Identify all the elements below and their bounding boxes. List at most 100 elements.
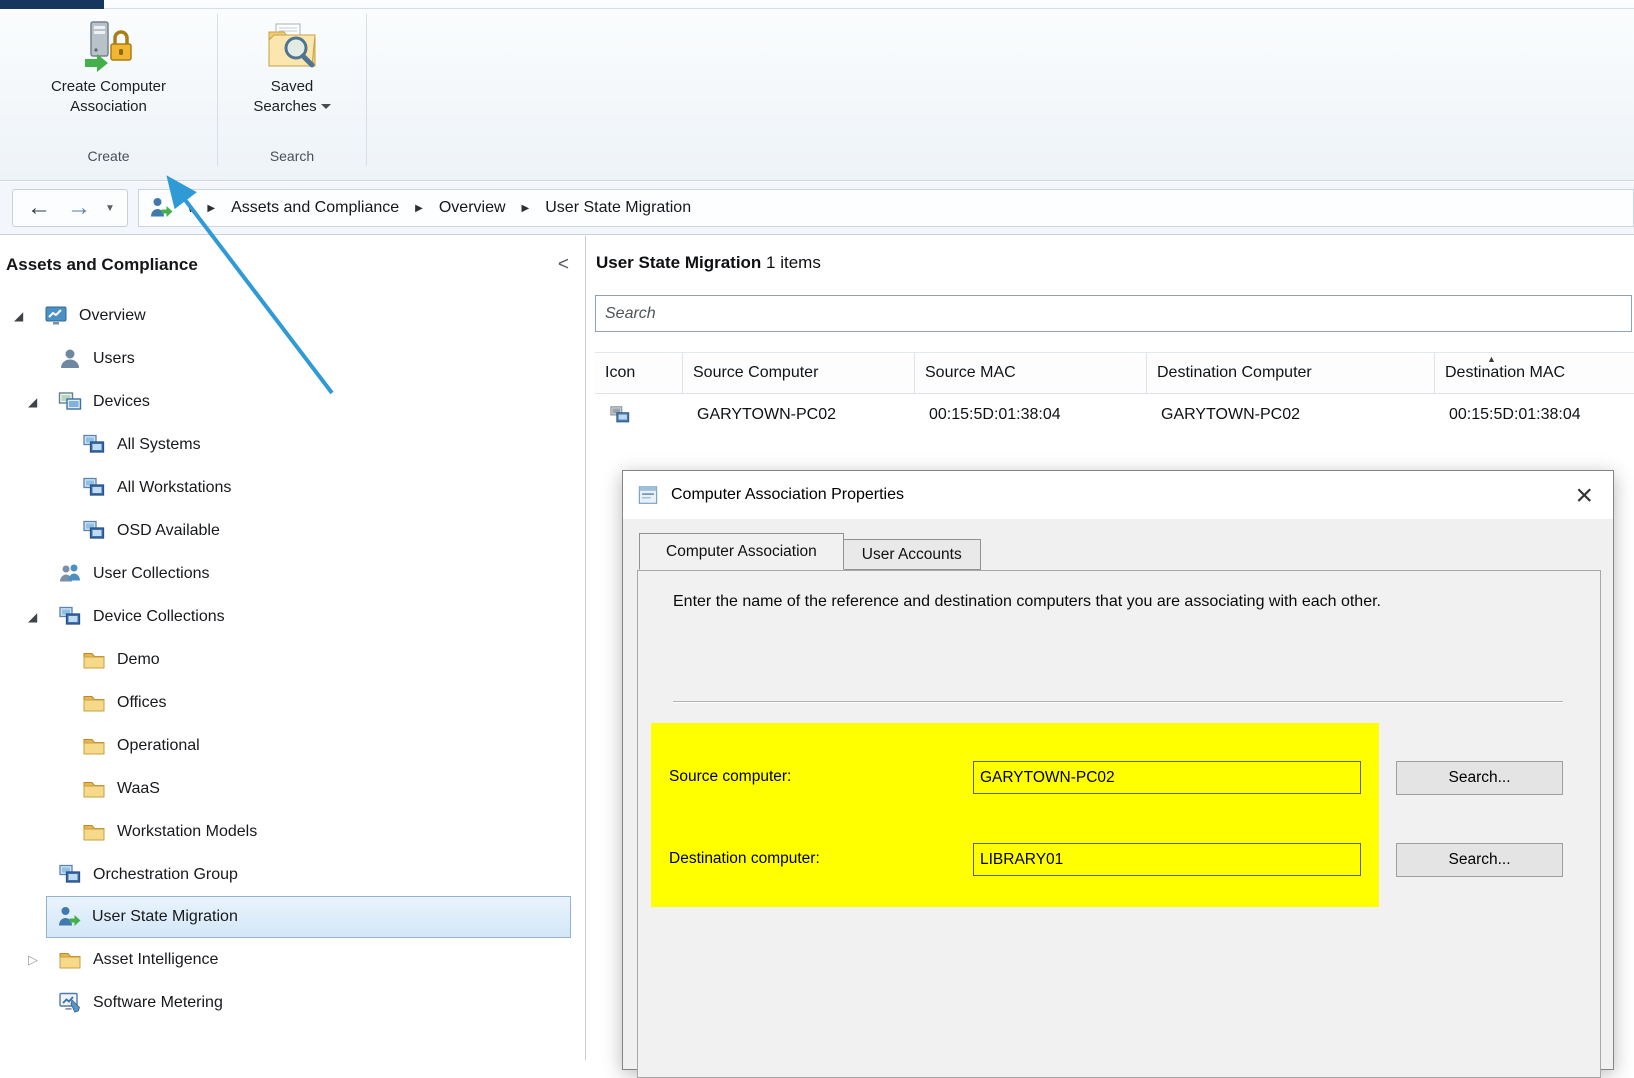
tab-user-accounts[interactable]: User Accounts <box>843 539 981 570</box>
forward-button[interactable]: → <box>59 196 99 220</box>
ribbon-group-search: Saved Searches Search <box>218 10 366 170</box>
collection-icon <box>82 476 106 500</box>
ribbon-group-create: Create Computer Association Create <box>0 10 217 170</box>
dialog-title: Computer Association Properties <box>671 486 1565 504</box>
dialog-tabs: Computer Association User Accounts <box>639 533 981 569</box>
dialog-divider <box>673 701 1563 703</box>
cell-destination-mac: 00:15:5D:01:38:04 <box>1435 406 1634 424</box>
collection-icon <box>58 605 82 629</box>
breadcrumb-user-state-migration[interactable]: User State Migration <box>545 199 691 217</box>
sidebar: Assets and Compliance < ◢ Overview Users… <box>0 236 586 1060</box>
source-computer-input[interactable] <box>973 761 1361 794</box>
folder-icon <box>82 820 106 844</box>
user-icon <box>58 347 82 371</box>
breadcrumb-assets-and-compliance[interactable]: Assets and Compliance <box>231 199 399 217</box>
sidebar-header: Assets and Compliance < <box>0 236 585 294</box>
sidebar-item-demo[interactable]: Demo <box>0 638 585 681</box>
properties-dialog-icon <box>637 484 659 506</box>
saved-searches-button[interactable]: Saved Searches <box>218 10 366 116</box>
sidebar-item-users[interactable]: Users <box>0 337 585 380</box>
sidebar-title: Assets and Compliance <box>6 255 198 275</box>
breadcrumb-overview[interactable]: Overview <box>439 199 506 217</box>
dropdown-caret-icon <box>321 104 331 109</box>
sidebar-item-asset-intelligence[interactable]: ▷ Asset Intelligence <box>0 938 585 981</box>
devices-icon <box>58 390 82 414</box>
tab-computer-association[interactable]: Computer Association <box>639 533 844 570</box>
history-dropdown-caret[interactable]: ▼ <box>99 203 121 214</box>
ribbon-tab-divider <box>104 8 1634 9</box>
expander-icon[interactable]: ◢ <box>14 309 44 323</box>
user-collection-icon <box>58 562 82 586</box>
breadcrumb-root[interactable]: \ <box>187 199 191 217</box>
folder-icon <box>82 648 106 672</box>
collection-icon <box>58 863 82 887</box>
dialog-description: Enter the name of the reference and dest… <box>673 589 1393 614</box>
search-bar <box>595 295 1632 332</box>
expander-icon[interactable]: ◢ <box>28 610 58 624</box>
destination-search-button[interactable]: Search... <box>1396 843 1563 877</box>
history-buttons: ← → ▼ <box>12 189 128 227</box>
breadcrumb-separator-icon: ▶ <box>415 203 423 214</box>
sidebar-item-osd-available[interactable]: OSD Available <box>0 509 585 552</box>
navigation-bar: ← → ▼ \ ▶ Assets and Compliance ▶ Overvi… <box>0 182 1634 235</box>
close-icon[interactable]: × <box>1565 480 1603 511</box>
back-button[interactable]: ← <box>19 196 59 220</box>
column-header-source-computer[interactable]: Source Computer <box>683 353 915 393</box>
folder-icon <box>82 777 106 801</box>
create-computer-association-icon <box>83 20 135 72</box>
destination-computer-input[interactable] <box>973 843 1361 876</box>
sort-indicator-icon: ▲ <box>1487 354 1496 364</box>
overview-icon <box>44 304 68 328</box>
column-header-destination-computer[interactable]: Destination Computer <box>1147 353 1435 393</box>
sidebar-item-device-collections[interactable]: ◢ Device Collections <box>0 595 585 638</box>
folder-icon <box>82 734 106 758</box>
cell-source-computer: GARYTOWN-PC02 <box>683 406 915 424</box>
software-metering-icon <box>58 991 82 1015</box>
list-header: User State Migration 1 items <box>586 236 1634 273</box>
expander-icon[interactable]: ▷ <box>28 952 58 968</box>
ribbon: Create Computer Association Create Saved… <box>0 0 1634 181</box>
table-row[interactable]: GARYTOWN-PC02 00:15:5D:01:38:04 GARYTOWN… <box>595 394 1634 436</box>
folder-icon <box>82 691 106 715</box>
computer-association-properties-dialog: Computer Association Properties × Comput… <box>622 470 1614 1070</box>
column-header-destination-mac[interactable]: ▲ Destination MAC <box>1435 353 1634 393</box>
column-header-source-mac[interactable]: Source MAC <box>915 353 1147 393</box>
column-header-icon[interactable]: Icon <box>595 353 683 393</box>
page-title: User State Migration <box>596 253 761 272</box>
breadcrumb-separator-icon: ▶ <box>522 203 530 214</box>
sidebar-item-waas[interactable]: WaaS <box>0 767 585 810</box>
computer-association-icon <box>609 404 631 426</box>
expander-icon[interactable]: ◢ <box>28 395 58 409</box>
sidebar-item-orchestration-group[interactable]: Orchestration Group <box>0 853 585 896</box>
source-computer-label: Source computer: <box>669 768 791 786</box>
dialog-title-bar[interactable]: Computer Association Properties × <box>623 471 1613 519</box>
create-computer-association-label: Create Computer Association <box>14 77 204 116</box>
sidebar-item-all-systems[interactable]: All Systems <box>0 423 585 466</box>
annotation-highlight <box>651 723 1379 907</box>
sidebar-item-operational[interactable]: Operational <box>0 724 585 767</box>
user-state-migration-icon <box>149 196 173 220</box>
breadcrumb: \ ▶ Assets and Compliance ▶ Overview ▶ U… <box>138 189 1634 227</box>
saved-searches-icon <box>266 20 318 72</box>
sidebar-item-user-state-migration[interactable]: User State Migration <box>46 896 571 938</box>
sidebar-item-user-collections[interactable]: User Collections <box>0 552 585 595</box>
navigation-tree: ◢ Overview Users ◢ Devices All Systems A… <box>0 294 585 1024</box>
cell-source-mac: 00:15:5D:01:38:04 <box>915 406 1147 424</box>
ribbon-group-separator <box>366 14 367 166</box>
cell-destination-computer: GARYTOWN-PC02 <box>1147 406 1435 424</box>
create-computer-association-button[interactable]: Create Computer Association <box>0 10 217 116</box>
sidebar-item-workstation-models[interactable]: Workstation Models <box>0 810 585 853</box>
sidebar-collapse-button[interactable]: < <box>558 254 569 276</box>
collection-icon <box>82 519 106 543</box>
search-input[interactable] <box>596 296 1631 331</box>
results-table: Icon Source Computer Source MAC Destinat… <box>595 352 1634 436</box>
source-search-button[interactable]: Search... <box>1396 761 1563 795</box>
collection-icon <box>82 433 106 457</box>
sidebar-item-software-metering[interactable]: Software Metering <box>0 981 585 1024</box>
table-header-row: Icon Source Computer Source MAC Destinat… <box>595 352 1634 394</box>
sidebar-item-offices[interactable]: Offices <box>0 681 585 724</box>
sidebar-item-all-workstations[interactable]: All Workstations <box>0 466 585 509</box>
sidebar-item-overview[interactable]: ◢ Overview <box>0 294 585 337</box>
active-ribbon-tab[interactable] <box>0 0 104 9</box>
sidebar-item-devices[interactable]: ◢ Devices <box>0 380 585 423</box>
